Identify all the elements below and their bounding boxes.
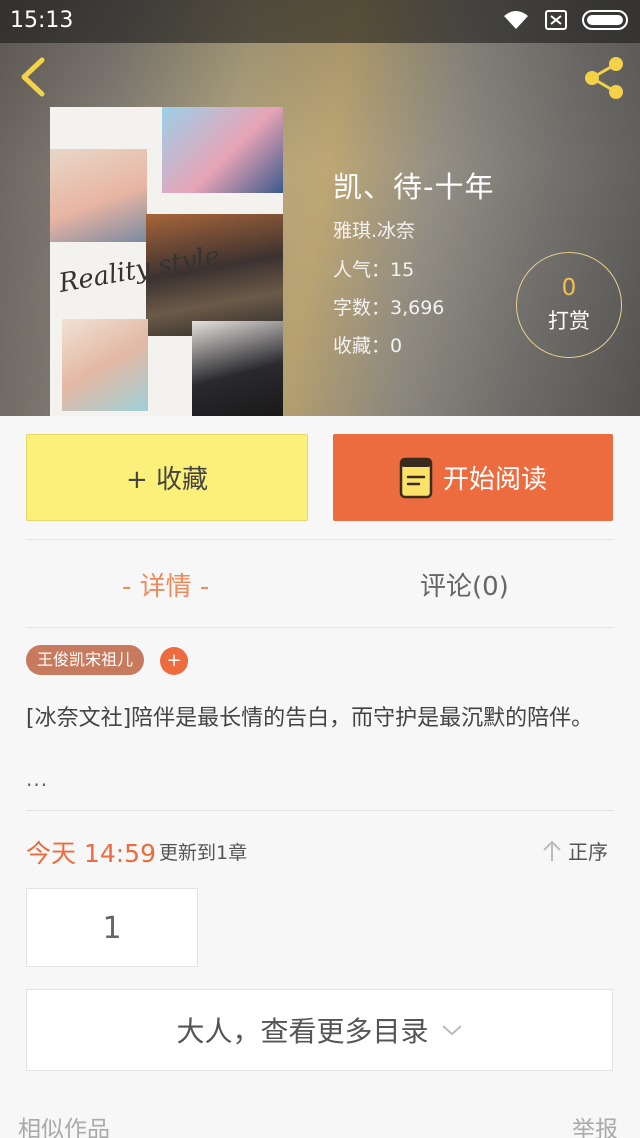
update-text: 更新到1章 — [159, 842, 248, 864]
reward-count: 0 — [561, 275, 577, 301]
book-title: 凯、待-十年 — [333, 170, 495, 204]
cover-photo-bottom-left — [62, 319, 148, 411]
book-popularity: 人气：15 — [333, 259, 415, 281]
tab-comments[interactable]: 评论(0) — [420, 566, 509, 603]
book-favorites: 收藏：0 — [333, 335, 403, 357]
synopsis-text: [冰奈文社]陪伴是最长情的告白，而守护是最沉默的陪伴。 — [26, 706, 594, 731]
share-icon — [585, 57, 623, 99]
share-button[interactable] — [580, 54, 628, 102]
back-arrow-icon — [21, 57, 45, 97]
more-catalog-label: 大人，查看更多目录 — [176, 1015, 429, 1048]
divider — [26, 539, 614, 540]
status-icons — [502, 9, 630, 31]
collect-button[interactable]: + 收藏 — [26, 434, 308, 521]
sim-icon — [544, 9, 568, 31]
book-cover: Reality style — [50, 107, 283, 416]
status-bar: 15:13 — [0, 0, 640, 43]
chapter-item[interactable]: 1 — [26, 888, 198, 967]
sort-order-button[interactable]: 正序 — [542, 836, 608, 865]
start-reading-button[interactable]: 开始阅读 — [333, 434, 613, 521]
similar-works-heading: 相似作品 — [18, 1117, 110, 1138]
more-catalog-button[interactable]: 大人，查看更多目录 — [26, 989, 613, 1071]
cover-photo-top-left — [50, 149, 147, 242]
reward-button[interactable]: 0 打赏 — [516, 252, 622, 358]
tag-chip[interactable]: 王俊凯宋祖儿 — [26, 645, 145, 675]
divider — [26, 627, 614, 628]
cover-photo-top-right — [162, 107, 283, 193]
back-button[interactable] — [14, 54, 54, 100]
sort-order-label: 正序 — [568, 840, 608, 864]
add-tag-button[interactable]: + — [160, 647, 188, 675]
start-reading-label: 开始阅读 — [442, 465, 547, 495]
book-header: Reality style 凯、待-十年 雅琪.冰奈 人气：15 字数：3,69… — [0, 0, 640, 416]
battery-icon — [582, 9, 630, 31]
sort-up-arrow-icon — [543, 840, 561, 861]
cover-photo-bottom-right — [192, 321, 283, 416]
wifi-icon — [502, 9, 530, 31]
tab-details[interactable]: - 详情 - — [122, 566, 209, 603]
book-word-count: 字数：3,696 — [333, 297, 445, 319]
book-icon — [399, 457, 433, 498]
synopsis-expand[interactable]: ... — [26, 767, 48, 791]
report-link[interactable]: 举报 — [572, 1110, 618, 1138]
status-time: 15:13 — [10, 8, 74, 33]
update-time: 今天 14:59 — [26, 839, 156, 868]
divider — [26, 810, 614, 811]
book-author[interactable]: 雅琪.冰奈 — [333, 216, 415, 243]
collect-label: + 收藏 — [125, 465, 209, 495]
reward-label: 打赏 — [548, 309, 590, 333]
chevron-down-icon — [441, 1025, 462, 1036]
